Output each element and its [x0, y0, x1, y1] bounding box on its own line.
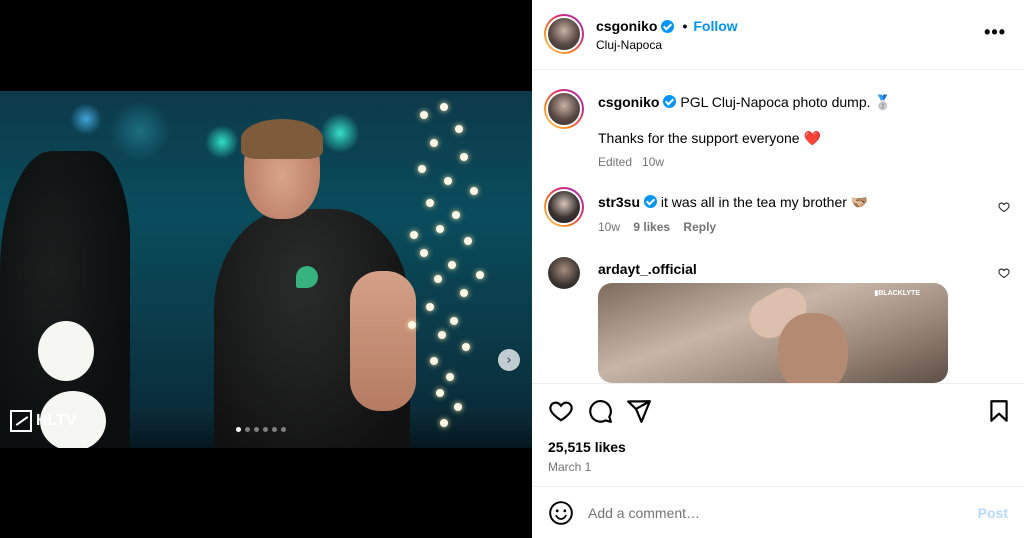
post-media: › HLTV: [0, 0, 532, 538]
chevron-right-icon: ›: [506, 352, 512, 368]
image-face: [778, 313, 848, 383]
edited-label: Edited: [598, 155, 633, 169]
attachment-tag: ▮BLACKLYTE: [874, 290, 920, 297]
stage-light-blob: [70, 103, 102, 135]
carousel-dots: [236, 427, 286, 432]
like-comment-heart-icon[interactable]: [998, 267, 1010, 279]
post-photo[interactable]: › HLTV: [0, 91, 532, 448]
paper-plane-icon[interactable]: [626, 398, 652, 424]
comment-item: str3su it was all in the tea my brother …: [544, 187, 1012, 247]
reply-button[interactable]: Reply: [683, 220, 716, 234]
commenter-avatar[interactable]: [548, 257, 580, 289]
comment-body: ardayt_.official: [598, 260, 978, 278]
caption-username[interactable]: csgoniko: [598, 94, 659, 110]
carousel-dot: [272, 427, 277, 432]
commenter-username[interactable]: ardayt_.official: [598, 261, 697, 277]
post-comment-button[interactable]: Post: [978, 505, 1008, 521]
more-options-icon[interactable]: •••: [984, 22, 1006, 43]
comment-text: it was all in the tea my brother 🫱🏼‍🫲🏽: [660, 194, 869, 210]
follow-button[interactable]: Follow: [693, 18, 737, 34]
carousel-dot: [263, 427, 268, 432]
player-hair: [241, 119, 323, 159]
comment-input[interactable]: [588, 501, 948, 525]
dot-separator: •: [682, 18, 688, 34]
comments-list[interactable]: csgoniko PGL Cluj-Napoca photo dump. 🥈 T…: [532, 71, 1024, 383]
caption: csgoniko PGL Cluj-Napoca photo dump. 🥈 T…: [544, 89, 1012, 179]
stage-light-blob: [110, 101, 170, 161]
commenter-avatar[interactable]: [544, 187, 584, 227]
foreground-hand: [38, 321, 94, 381]
watermark: HLTV: [10, 410, 77, 432]
carousel-dot: [236, 427, 241, 432]
author-line: csgoniko • Follow: [596, 18, 738, 34]
author-avatar[interactable]: [544, 89, 584, 129]
like-comment-heart-icon[interactable]: [998, 201, 1010, 213]
caption-text: PGL Cluj-Napoca photo dump. 🥈: [680, 94, 892, 110]
author-avatar[interactable]: [544, 14, 584, 54]
hltv-logo-icon: [10, 410, 32, 432]
verified-badge-icon: [644, 195, 658, 208]
author-username[interactable]: csgoniko: [596, 18, 657, 34]
smiley-icon[interactable]: [548, 500, 574, 526]
watermark-text: HLTV: [36, 412, 77, 429]
commenter-username[interactable]: str3su: [598, 194, 640, 210]
comment-attachment-image[interactable]: ▮BLACKLYTE: [598, 283, 948, 383]
pyro-sparks: [400, 91, 490, 448]
caption-body: csgoniko PGL Cluj-Napoca photo dump. 🥈 T…: [598, 93, 978, 171]
comment-likes[interactable]: 9 likes: [633, 220, 670, 234]
post-header: csgoniko • Follow Cluj-Napoca •••: [532, 0, 1024, 70]
bookmark-icon[interactable]: [986, 398, 1012, 424]
carousel-next-button[interactable]: ›: [498, 349, 520, 371]
verified-badge-icon: [661, 19, 675, 33]
carousel-dot: [254, 427, 259, 432]
caption-meta: Edited 10w: [598, 153, 978, 171]
add-comment-bar: Post: [532, 486, 1024, 538]
comment-bubble-icon[interactable]: [587, 398, 613, 424]
comment-meta: 10w 9 likes Reply: [598, 218, 978, 236]
carousel-dot: [281, 427, 286, 432]
verified-badge-icon: [663, 95, 677, 108]
likes-count[interactable]: 25,515 likes: [548, 439, 626, 455]
caption-time: 10w: [642, 155, 665, 169]
comment-time: 10w: [598, 220, 621, 234]
caption-line: Thanks for the support everyone ❤️: [598, 130, 821, 146]
post-actions: 25,515 likes March 1: [532, 383, 1024, 486]
post-side-panel: csgoniko • Follow Cluj-Napoca ••• csgoni…: [532, 0, 1024, 538]
carousel-dot: [245, 427, 250, 432]
player-figure: [214, 119, 416, 448]
team-logo: [296, 266, 318, 288]
post-date[interactable]: March 1: [548, 460, 591, 474]
post-location[interactable]: Cluj-Napoca: [596, 38, 662, 52]
heart-icon[interactable]: [548, 398, 574, 424]
comment-body: str3su it was all in the tea my brother …: [598, 193, 978, 236]
